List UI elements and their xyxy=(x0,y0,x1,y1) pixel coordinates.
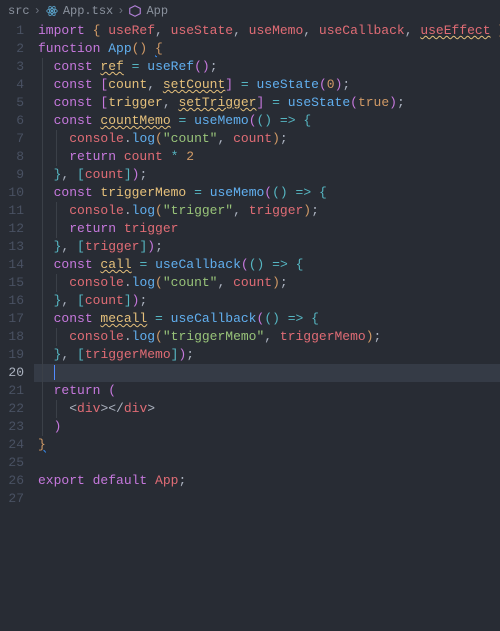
code-line-text: console.log("triggerMemo", triggerMemo); xyxy=(34,329,381,344)
line-number: 12 xyxy=(0,220,24,238)
breadcrumb: src › App.tsx › App xyxy=(0,0,500,22)
chevron-right-icon: › xyxy=(34,4,41,18)
breadcrumb-item-src[interactable]: src xyxy=(8,4,30,18)
line-number: 22 xyxy=(0,400,24,418)
code-line-text: export default App; xyxy=(34,473,186,488)
code-line[interactable] xyxy=(34,454,500,472)
code-line-text: }, [count]); xyxy=(34,293,147,308)
code-line-text xyxy=(34,455,38,470)
line-number: 21 xyxy=(0,382,24,400)
code-line[interactable]: const call = useCallback(() => { xyxy=(34,256,500,274)
text-cursor xyxy=(54,365,55,380)
line-number: 14 xyxy=(0,256,24,274)
line-number-gutter: 1234567891011121314151617181920212223242… xyxy=(0,22,34,631)
code-line-text: const countMemo = useMemo(() => { xyxy=(34,113,311,128)
breadcrumb-label: src xyxy=(8,4,30,18)
code-line[interactable]: ) xyxy=(34,418,500,436)
code-line-text: <div></div> xyxy=(34,401,155,416)
line-number: 17 xyxy=(0,310,24,328)
breadcrumb-item-symbol[interactable]: App xyxy=(128,4,168,18)
code-line-text: console.log("count", count); xyxy=(34,275,288,290)
line-number: 5 xyxy=(0,94,24,112)
code-line[interactable]: }, [count]); xyxy=(34,292,500,310)
code-line[interactable]: return trigger xyxy=(34,220,500,238)
code-area[interactable]: import { useRef, useState, useMemo, useC… xyxy=(34,22,500,631)
line-number: 11 xyxy=(0,202,24,220)
line-number: 19 xyxy=(0,346,24,364)
code-line-text: function App() { xyxy=(34,41,163,56)
code-editor[interactable]: 1234567891011121314151617181920212223242… xyxy=(0,22,500,631)
code-line-text: const mecall = useCallback(() => { xyxy=(34,311,319,326)
breadcrumb-item-file[interactable]: App.tsx xyxy=(45,4,113,18)
line-number: 1 xyxy=(0,22,24,40)
code-line-text: }, [count]); xyxy=(34,167,147,182)
line-number: 8 xyxy=(0,148,24,166)
code-line[interactable]: const ref = useRef(); xyxy=(34,58,500,76)
code-line[interactable]: const triggerMemo = useMemo(() => { xyxy=(34,184,500,202)
line-number: 7 xyxy=(0,130,24,148)
breadcrumb-label: App xyxy=(146,4,168,18)
code-line[interactable]: }, [count]); xyxy=(34,166,500,184)
code-line[interactable]: export default App; xyxy=(34,472,500,490)
code-line[interactable]: const countMemo = useMemo(() => { xyxy=(34,112,500,130)
line-number: 15 xyxy=(0,274,24,292)
code-line[interactable] xyxy=(34,490,500,508)
line-number: 20 xyxy=(0,364,24,382)
code-line[interactable]: <div></div> xyxy=(34,400,500,418)
code-line[interactable]: console.log("trigger", trigger); xyxy=(34,202,500,220)
line-number: 4 xyxy=(0,76,24,94)
code-line-text: const [trigger, setTrigger] = useState(t… xyxy=(34,95,405,110)
code-line-text: return trigger xyxy=(34,221,178,236)
code-line-text: } xyxy=(34,437,46,452)
code-line[interactable]: }, [trigger]); xyxy=(34,238,500,256)
code-line[interactable]: const [count, setCount] = useState(0); xyxy=(34,76,500,94)
react-file-icon xyxy=(45,4,59,18)
code-line-text: const [count, setCount] = useState(0); xyxy=(34,77,350,92)
line-number: 9 xyxy=(0,166,24,184)
line-number: 3 xyxy=(0,58,24,76)
code-line-text: }, [trigger]); xyxy=(34,239,163,254)
line-number: 26 xyxy=(0,472,24,490)
code-line[interactable] xyxy=(34,364,500,382)
line-number: 18 xyxy=(0,328,24,346)
code-line-text: return ( xyxy=(34,383,116,398)
code-line[interactable]: console.log("count", count); xyxy=(34,130,500,148)
line-number: 16 xyxy=(0,292,24,310)
code-line-text: const call = useCallback(() => { xyxy=(34,257,303,272)
code-line[interactable]: }, [triggerMemo]); xyxy=(34,346,500,364)
code-line-text: return count * 2 xyxy=(34,149,194,164)
code-line-text: const ref = useRef(); xyxy=(34,59,218,74)
line-number: 23 xyxy=(0,418,24,436)
code-line-text: console.log("trigger", trigger); xyxy=(34,203,319,218)
code-line[interactable]: console.log("count", count); xyxy=(34,274,500,292)
code-line-text: console.log("count", count); xyxy=(34,131,288,146)
breadcrumb-label: App.tsx xyxy=(63,4,113,18)
line-number: 10 xyxy=(0,184,24,202)
code-line[interactable]: return count * 2 xyxy=(34,148,500,166)
code-line-text xyxy=(34,491,38,506)
code-line[interactable]: return ( xyxy=(34,382,500,400)
code-line-text xyxy=(34,365,55,380)
line-number: 25 xyxy=(0,454,24,472)
line-number: 2 xyxy=(0,40,24,58)
line-number: 13 xyxy=(0,238,24,256)
code-line[interactable]: console.log("triggerMemo", triggerMemo); xyxy=(34,328,500,346)
code-line-text: const triggerMemo = useMemo(() => { xyxy=(34,185,327,200)
code-line[interactable]: } xyxy=(34,436,500,454)
code-line-text: import { useRef, useState, useMemo, useC… xyxy=(34,23,500,38)
symbol-method-icon xyxy=(128,4,142,18)
chevron-right-icon: › xyxy=(117,4,124,18)
line-number: 24 xyxy=(0,436,24,454)
line-number: 6 xyxy=(0,112,24,130)
code-line[interactable]: const [trigger, setTrigger] = useState(t… xyxy=(34,94,500,112)
code-line-text: ) xyxy=(34,419,61,434)
line-number: 27 xyxy=(0,490,24,508)
code-line[interactable]: import { useRef, useState, useMemo, useC… xyxy=(34,22,500,40)
code-line[interactable]: const mecall = useCallback(() => { xyxy=(34,310,500,328)
code-line[interactable]: function App() { xyxy=(34,40,500,58)
code-line-text: }, [triggerMemo]); xyxy=(34,347,194,362)
